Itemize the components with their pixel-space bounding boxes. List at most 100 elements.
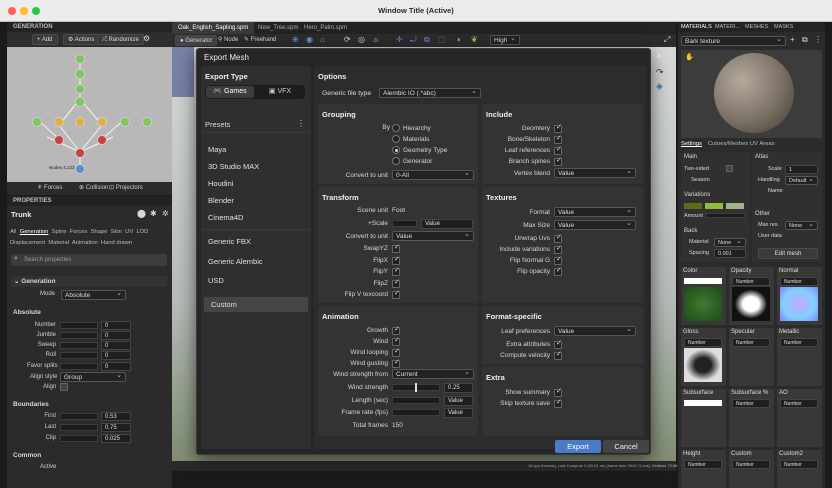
first-field[interactable]: 0.53 (101, 412, 131, 421)
length-field[interactable]: Value (444, 396, 473, 406)
flip-v-texcoord-checkbox[interactable] (392, 289, 400, 299)
tool-icon[interactable]: ✱ (150, 209, 157, 218)
back-material-dropdown[interactable]: None (714, 237, 746, 247)
wind-direction-icon[interactable]: ⟡ (656, 51, 662, 62)
map-subsurface-percent[interactable]: Subsurface % Number (729, 389, 774, 447)
jumble-field[interactable]: 0 (101, 331, 131, 340)
sweep-slider[interactable] (60, 342, 98, 349)
actions-button[interactable]: ⚙ Actions (63, 34, 100, 45)
refresh-icon[interactable]: ⟳ (344, 35, 351, 44)
favor-splits-field[interactable]: 0 (101, 362, 131, 371)
tab-generation[interactable]: Generation (20, 229, 49, 235)
tab-uv[interactable]: UV (125, 229, 133, 235)
length-slider[interactable] (392, 397, 440, 404)
tab-material[interactable]: Material (48, 240, 69, 246)
leaf-icon[interactable]: ❦ (471, 35, 478, 44)
ao-number-field[interactable]: Number (780, 399, 818, 408)
eye-icon[interactable]: ◉ (306, 35, 313, 44)
tree-icon[interactable]: ✲ (162, 209, 169, 218)
graph-node[interactable] (54, 135, 64, 145)
bone-skeleton-checkbox[interactable] (554, 134, 562, 144)
tab-all[interactable]: All (10, 229, 16, 235)
map-normal[interactable]: Normal Number (777, 267, 822, 325)
camera-icon[interactable]: ⌂ (320, 35, 325, 44)
preset-maya[interactable]: Maya (201, 142, 311, 157)
duplicate-icon[interactable]: ⧉ (802, 35, 808, 45)
map-ao[interactable]: AO Number (777, 389, 822, 447)
scale-field[interactable]: Value (421, 219, 473, 229)
growth-checkbox[interactable] (392, 325, 400, 335)
tab-hand-drawn[interactable]: Hand drawn (101, 240, 132, 246)
variation-swatch-3[interactable] (726, 203, 744, 209)
last-field[interactable]: 0.75 (101, 423, 131, 432)
graph-node[interactable] (75, 97, 85, 107)
file-type-dropdown[interactable]: Alembic IO (.*abc) (379, 87, 481, 98)
material-dropdown[interactable]: Bark texture (681, 35, 786, 46)
jumble-slider[interactable] (60, 332, 98, 339)
graph-node[interactable] (75, 148, 85, 158)
custom-number-field[interactable]: Number (732, 460, 770, 469)
tab-shape[interactable]: Shape (91, 229, 108, 235)
hand-icon[interactable]: ✋ (685, 53, 694, 61)
map-height[interactable]: Height Number (681, 450, 726, 488)
materials-radio[interactable] (392, 135, 400, 143)
node-button[interactable]: ⚲ Node (218, 36, 238, 43)
material-preview[interactable]: ✋ (681, 50, 822, 138)
favor-splits-slider[interactable] (60, 363, 98, 370)
leaf-references-checkbox[interactable] (554, 145, 562, 155)
handling-dropdown[interactable]: Default (785, 175, 818, 185)
scale-slider[interactable] (392, 220, 417, 227)
branch-spines-checkbox[interactable] (554, 156, 562, 166)
flipy-checkbox[interactable] (392, 266, 400, 276)
show-summary-checkbox[interactable] (554, 387, 562, 397)
transform-convert-dropdown[interactable]: Value (392, 230, 474, 241)
object-icon[interactable]: ⬤ (137, 209, 146, 218)
add-material-icon[interactable]: + (790, 35, 795, 44)
leaf-preferences-dropdown[interactable]: Value (554, 325, 636, 336)
skip-texture-save-checkbox[interactable] (554, 398, 562, 408)
subtab-uv-areas[interactable]: UV Areas (750, 139, 775, 149)
quality-dropdown[interactable]: High (490, 34, 520, 45)
doc-tab-oak[interactable]: Oak_English_Sapling.spm (172, 22, 255, 34)
preset-blender[interactable]: Blender (201, 193, 311, 208)
add-button[interactable]: + Add (32, 34, 58, 45)
align-checkbox[interactable] (60, 383, 68, 391)
wind-icon[interactable]: ◐ (457, 35, 462, 44)
map-gloss[interactable]: Gloss Number (681, 328, 726, 386)
edit-mesh-button[interactable]: Edit mesh (758, 248, 818, 259)
forces-button[interactable]: ⚘ Forces (37, 184, 62, 191)
flipx-checkbox[interactable] (392, 255, 400, 265)
clip-field[interactable]: 0.025 (101, 434, 131, 443)
rotate-icon[interactable]: ⤾ (410, 35, 417, 45)
settings-icon[interactable]: ⚙ (143, 34, 150, 43)
roll-field[interactable]: 0 (101, 351, 131, 360)
wind-strength-slider[interactable] (392, 383, 440, 392)
roll-slider[interactable] (60, 352, 98, 359)
map-metallic[interactable]: Metallic Number (777, 328, 822, 386)
hierarchy-radio[interactable] (392, 124, 400, 132)
preset-generic-fbx[interactable]: Generic FBX (201, 234, 311, 249)
generation-section-header[interactable]: ⌄ Generation (14, 277, 56, 285)
map-custom[interactable]: Custom Number (729, 450, 774, 488)
preset-houdini[interactable]: Houdini (201, 176, 311, 191)
tool-icon[interactable]: ↷ (656, 67, 664, 78)
subsurface-percent-number-field[interactable]: Number (732, 399, 770, 408)
compute-velocity-checkbox[interactable] (554, 350, 562, 360)
tab-animation[interactable]: Animation (72, 240, 98, 246)
number-field[interactable]: 0 (101, 321, 131, 330)
tab-spine[interactable]: Spine (52, 229, 67, 235)
cancel-button[interactable]: Cancel (603, 440, 649, 453)
swapyz-checkbox[interactable] (392, 243, 400, 253)
align-style-dropdown[interactable]: Group (60, 371, 126, 382)
wind-strength-from-dropdown[interactable]: Current (392, 368, 474, 379)
generation-graph[interactable]: Nodes 4,123 (7, 47, 172, 182)
grouping-convert-dropdown[interactable]: 0-All (392, 169, 474, 180)
frame-rate-slider[interactable] (392, 409, 440, 416)
mode-icon[interactable]: ◈ (656, 81, 663, 92)
graph-node[interactable] (97, 135, 107, 145)
spacing-field[interactable]: 0.001 (714, 249, 746, 258)
presets-more-icon[interactable]: ⋮ (297, 119, 305, 128)
graph-node[interactable] (75, 69, 85, 79)
frame-rate-field[interactable]: Value (444, 408, 473, 418)
freehand-button[interactable]: ✎ Freehand (244, 36, 276, 43)
